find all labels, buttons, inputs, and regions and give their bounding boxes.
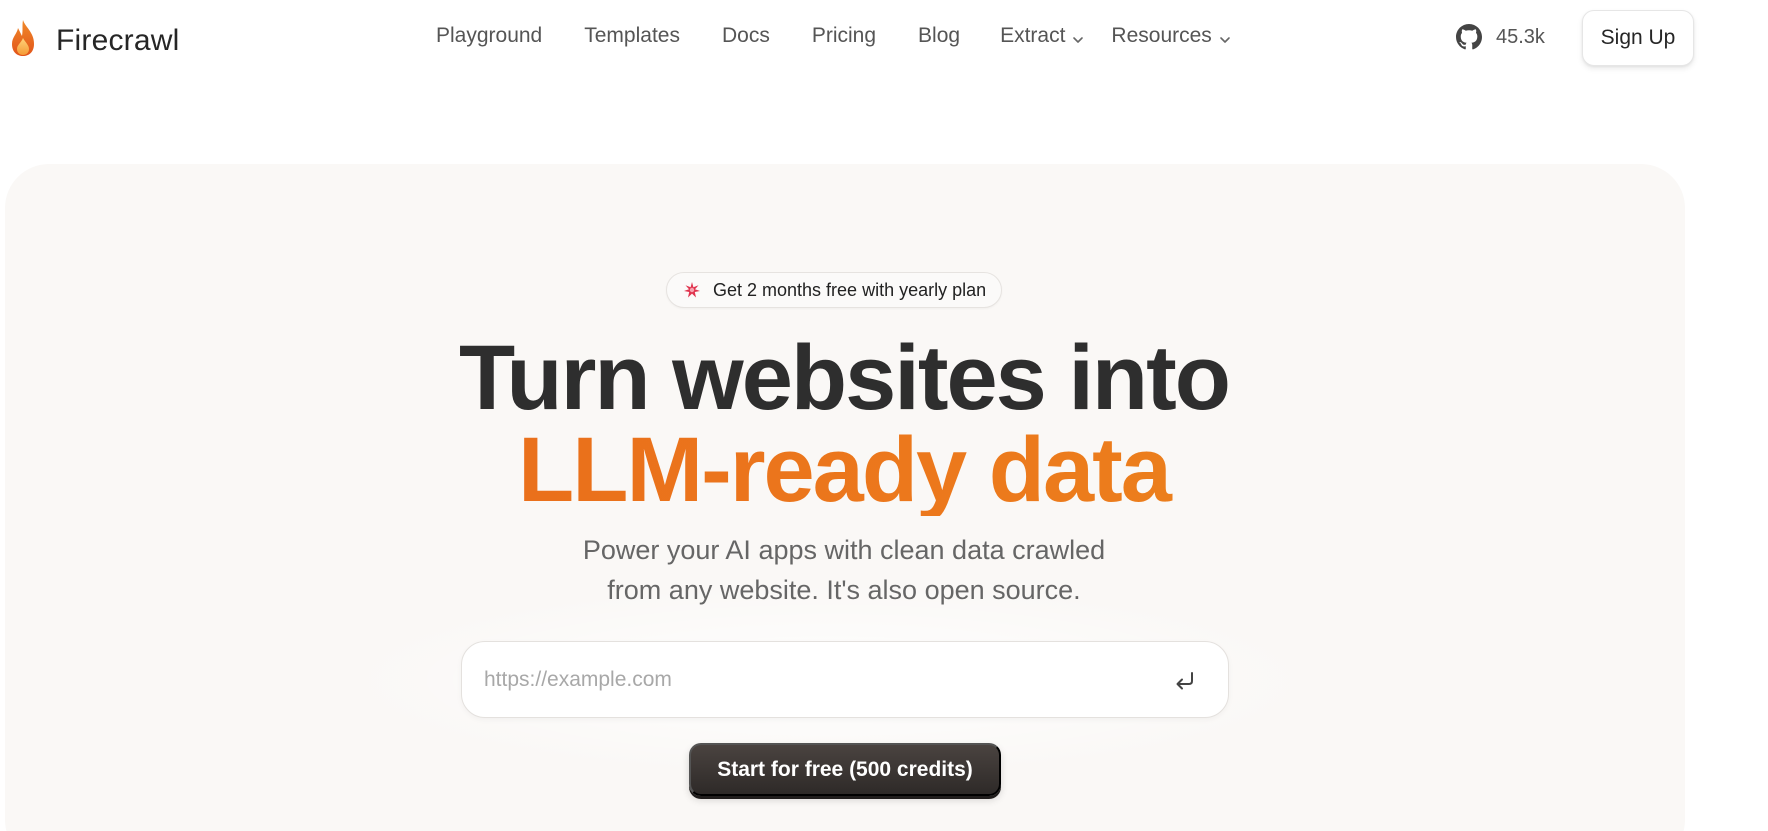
promo-badge[interactable]: Get 2 months free with yearly plan	[666, 272, 1003, 308]
brand-logo[interactable]: Firecrawl	[8, 18, 179, 58]
nav-link-docs[interactable]: Docs	[722, 24, 770, 48]
url-input-box	[461, 641, 1229, 718]
nav-link-templates[interactable]: Templates	[584, 24, 680, 48]
enter-icon[interactable]	[1170, 666, 1200, 696]
nav-dropdown-resources-label: Resources	[1111, 24, 1212, 47]
nav-link-playground[interactable]: Playground	[436, 24, 542, 48]
nav-dropdown-resources[interactable]: Resources	[1111, 24, 1231, 48]
hero-headline-line2: LLM-ready data	[0, 424, 1688, 516]
sign-up-button[interactable]: Sign Up	[1582, 10, 1694, 66]
page: Firecrawl Playground Templates Docs Pric…	[0, 0, 1768, 831]
top-navbar: Firecrawl Playground Templates Docs Pric…	[0, 0, 1768, 78]
nav-dropdown-extract[interactable]: Extract	[1000, 24, 1085, 48]
hero-subtitle-line1: Power your AI apps with clean data crawl…	[582, 535, 1106, 565]
github-stars-link[interactable]: 45.3k	[1456, 24, 1545, 50]
brand-name: Firecrawl	[56, 24, 180, 57]
primary-nav: Playground Templates Docs Pricing Blog E…	[436, 24, 1258, 48]
hero-headline-line1: Turn websites into	[459, 327, 1231, 429]
nav-link-blog[interactable]: Blog	[918, 24, 960, 48]
chevron-down-icon	[1071, 29, 1085, 43]
nav-link-pricing[interactable]: Pricing	[812, 24, 876, 48]
hero-subtitle-line2: from any website. It's also open source.	[607, 575, 1081, 605]
start-free-button[interactable]: Start for free (500 credits)	[689, 743, 1001, 796]
nav-dropdown-extract-label: Extract	[1000, 24, 1066, 47]
url-input[interactable]	[484, 660, 1124, 700]
github-star-count: 45.3k	[1496, 25, 1545, 48]
github-icon	[1456, 24, 1482, 50]
chevron-down-icon	[1218, 29, 1232, 43]
sparkle-icon	[683, 281, 713, 299]
promo-text: Get 2 months free with yearly plan	[713, 279, 987, 300]
flame-icon	[8, 18, 38, 58]
